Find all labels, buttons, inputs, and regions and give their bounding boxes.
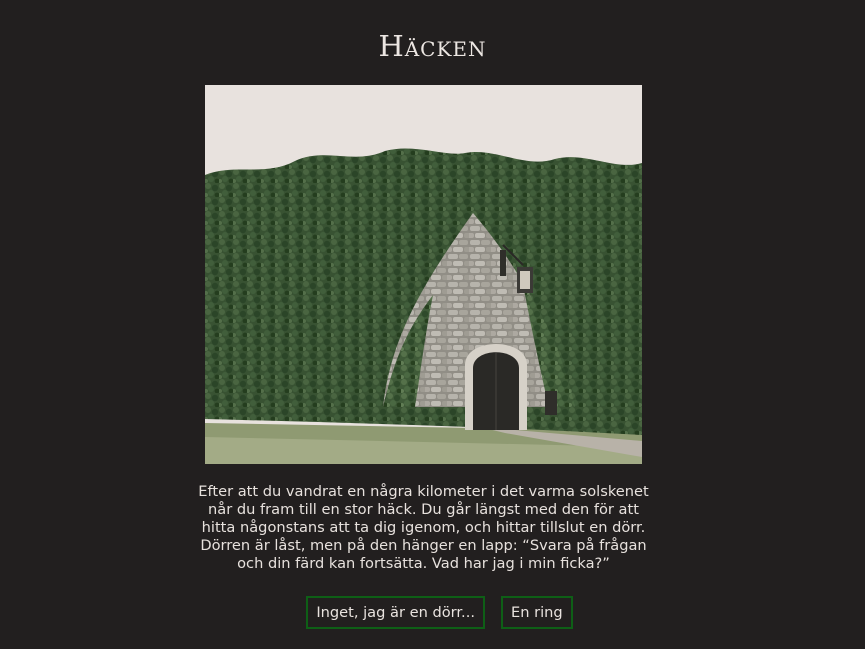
page-title: Häcken xyxy=(378,29,487,63)
choice-button-ring[interactable]: En ring xyxy=(500,596,573,629)
choice-button-door[interactable]: Inget, jag är en dörr... xyxy=(306,596,485,629)
scene-image xyxy=(205,85,642,464)
choices-row: Inget, jag är en dörr... En ring xyxy=(0,596,865,629)
story-text: Efter att du vandrat en några kilometer … xyxy=(198,483,649,572)
